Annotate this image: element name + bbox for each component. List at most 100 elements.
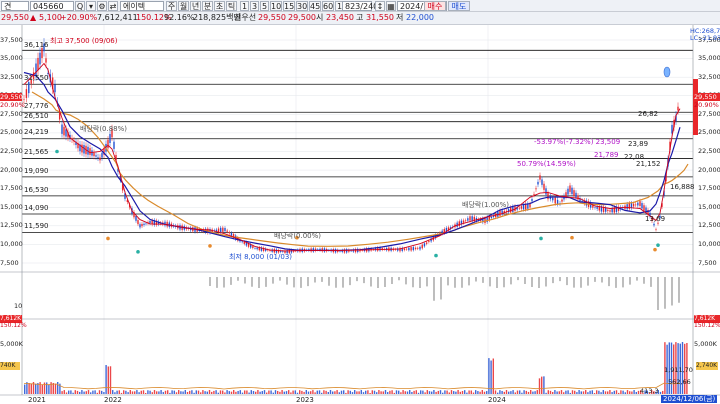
volume-bar xyxy=(607,391,609,394)
annotation-16888: 16,888 xyxy=(670,183,695,191)
volume-bar xyxy=(626,390,629,394)
volume-bar xyxy=(292,390,294,394)
price-tick-right: 22,500 xyxy=(698,147,720,155)
volume-bar xyxy=(206,391,208,394)
annotation-high: 최고 37,500 (09/06) xyxy=(50,37,118,45)
calendar-icon[interactable]: ▦ xyxy=(386,1,396,11)
candle-body xyxy=(425,242,428,244)
minute-10-button[interactable]: 10 xyxy=(270,1,282,11)
time-label-2021: 2021 xyxy=(28,396,46,404)
volume-bar xyxy=(310,391,312,394)
period-second-button[interactable]: 초 xyxy=(214,1,225,11)
candle-body xyxy=(531,199,533,202)
volume-bar xyxy=(464,390,466,394)
volume-bar xyxy=(107,366,109,394)
volume-left-740: 740K xyxy=(0,362,20,370)
candle-body xyxy=(630,203,633,209)
count-spin-icon[interactable]: ↕ xyxy=(375,1,385,11)
volume-bar xyxy=(158,391,160,394)
minute-45-button[interactable]: 45 xyxy=(309,1,321,11)
minute-30-button[interactable]: 30 xyxy=(296,1,308,11)
volume-bar xyxy=(105,365,107,394)
dropdown-icon[interactable]: ▾ xyxy=(86,1,96,11)
settings-icon[interactable]: ⚙ xyxy=(97,1,107,11)
candle-body xyxy=(467,218,469,221)
volume-bar xyxy=(118,390,120,394)
volume-bar xyxy=(160,390,162,394)
volume-bar xyxy=(259,391,261,394)
volume-bar xyxy=(325,390,327,394)
candle-body xyxy=(230,232,233,236)
volume-bar xyxy=(197,390,200,394)
current-price: 29,550 xyxy=(1,13,29,22)
volume-bar xyxy=(224,392,226,394)
market-combo[interactable]: 견 xyxy=(1,1,29,11)
sell-button[interactable]: 매도 xyxy=(448,1,470,11)
stock-chart[interactable] xyxy=(0,25,720,404)
minute-60-button[interactable]: 60 xyxy=(322,1,334,11)
period-minute-button[interactable]: 분 xyxy=(202,1,213,11)
volume-bar xyxy=(321,392,323,394)
price-tick-right: 32,500 xyxy=(698,72,720,81)
stock-name-field[interactable]: 에이텍 xyxy=(120,1,164,11)
annotation-up-move: 50.79%(14.59%) xyxy=(517,160,576,168)
minute-5-button[interactable]: 5 xyxy=(260,1,269,11)
candle-body xyxy=(224,227,226,232)
candle-body xyxy=(45,58,47,63)
volume-bar xyxy=(142,390,145,394)
period-year-button[interactable]: 년 xyxy=(190,1,201,11)
volume-bar xyxy=(477,391,479,394)
candle-body xyxy=(89,148,91,155)
volume-bar xyxy=(228,391,230,394)
level-14090: 14,090 xyxy=(24,204,49,212)
minute-15-button[interactable]: 15 xyxy=(283,1,295,11)
volume-bar xyxy=(343,390,345,394)
count-input[interactable]: 823/2400 xyxy=(342,1,383,11)
volume-bar xyxy=(272,392,274,394)
candle-body xyxy=(605,208,607,212)
volume-bar xyxy=(329,390,332,394)
volume-bar xyxy=(103,392,105,394)
volume-bar xyxy=(578,390,580,394)
candle-body xyxy=(571,187,573,195)
volume-bar xyxy=(475,390,477,394)
period-tick-button[interactable]: 틱 xyxy=(226,1,237,11)
volume-bar xyxy=(193,392,195,394)
period-month-button[interactable]: 월 xyxy=(178,1,189,11)
swap-icon[interactable]: ⇄ xyxy=(108,1,118,11)
volume-bar xyxy=(481,390,483,394)
volume-bar xyxy=(560,390,563,394)
period-week-button[interactable]: 주 xyxy=(166,1,177,11)
volume-bar xyxy=(376,392,378,394)
sell-signal-dot xyxy=(106,236,110,241)
buy-button[interactable]: 매수 xyxy=(424,1,446,11)
volume-bar xyxy=(461,390,464,394)
volume-bar xyxy=(74,390,76,394)
indicator-tick: 10 xyxy=(14,302,23,310)
best-ask-label: 최우선 xyxy=(234,13,257,22)
volume-bar xyxy=(90,392,92,394)
volume-bar xyxy=(530,390,532,394)
volume-bar xyxy=(637,390,640,394)
candle-body xyxy=(533,194,535,195)
volume-bar xyxy=(323,390,325,394)
volume-right-5000: 5,000K xyxy=(694,340,717,348)
volume-bar xyxy=(635,391,637,394)
volume-bar xyxy=(424,392,426,394)
stock-code-input[interactable]: 045660 xyxy=(30,1,74,11)
price-tick-right: 27,500 xyxy=(698,109,720,118)
minute-1-button[interactable]: 1 xyxy=(240,1,249,11)
volume-bar xyxy=(85,391,87,394)
annotation-13692: 13,69 xyxy=(645,215,666,223)
volume-bar xyxy=(332,391,334,394)
volume-bar xyxy=(613,390,615,394)
candle-body xyxy=(539,175,541,180)
minute-3-button[interactable]: 3 xyxy=(250,1,259,11)
volume-bar xyxy=(318,390,321,394)
volume-bar xyxy=(622,390,624,394)
volume-bar xyxy=(263,390,266,394)
volume-bar xyxy=(356,391,358,394)
volume-bar xyxy=(380,391,382,394)
candle-body xyxy=(522,204,525,210)
search-icon[interactable]: Q xyxy=(75,1,85,11)
